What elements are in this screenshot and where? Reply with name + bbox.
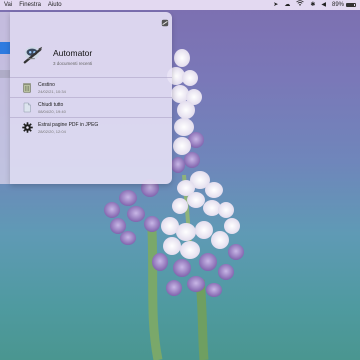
status-area: ➤ ☁ ✱ ◀ 89% bbox=[267, 0, 356, 10]
document-date: 08/04/20, 19:40 bbox=[38, 108, 66, 114]
wifi-icon[interactable] bbox=[296, 0, 305, 10]
bluetooth-icon[interactable]: ✱ bbox=[310, 0, 315, 10]
volume-icon[interactable]: ◀ bbox=[321, 0, 326, 10]
menu-items: Vai Finestra Aiuto bbox=[0, 2, 69, 8]
cloud-icon[interactable]: ☁ bbox=[284, 0, 290, 10]
sidebar-item[interactable] bbox=[0, 70, 10, 78]
trash-workflow-icon bbox=[21, 82, 33, 94]
list-item-estrai-pagine[interactable]: Estrai pagine PDF in JPEG 28/02/20, 12:0… bbox=[10, 117, 172, 137]
document-date: 24/02/21, 10:34 bbox=[38, 88, 66, 94]
document-name: Estrai pagine PDF in JPEG bbox=[38, 121, 99, 128]
background-window-sidebar bbox=[0, 12, 10, 184]
app-name: Automator bbox=[53, 48, 93, 58]
app-header[interactable]: Automator 3 documenti recenti bbox=[22, 44, 92, 66]
menu-aiuto[interactable]: Aiuto bbox=[48, 2, 62, 8]
document-name: Cestino bbox=[38, 81, 55, 88]
app-subtitle: 3 documenti recenti bbox=[53, 61, 93, 66]
gear-icon bbox=[21, 122, 33, 134]
menu-finestra[interactable]: Finestra bbox=[19, 2, 41, 8]
recent-documents-popover: Automator 3 documenti recenti Cestino 24… bbox=[10, 12, 172, 184]
document-date: 28/02/20, 12:04 bbox=[38, 128, 66, 134]
location-arrow-icon[interactable]: ➤ bbox=[273, 0, 278, 10]
battery-icon[interactable] bbox=[346, 3, 356, 7]
sidebar-selected-item[interactable] bbox=[0, 42, 10, 54]
recent-documents-list: Cestino 24/02/21, 10:34 Chiudi tutto 08/… bbox=[10, 77, 172, 137]
menu-vai[interactable]: Vai bbox=[4, 2, 12, 8]
menu-bar: Vai Finestra Aiuto ➤ ☁ ✱ ◀ 89% bbox=[0, 0, 360, 10]
list-item-cestino[interactable]: Cestino 24/02/21, 10:34 bbox=[10, 77, 172, 97]
automator-small-icon[interactable] bbox=[161, 19, 169, 27]
list-item-chiudi-tutto[interactable]: Chiudi tutto 08/04/20, 19:40 bbox=[10, 97, 172, 117]
document-name: Chiudi tutto bbox=[38, 101, 64, 108]
blank-document-icon bbox=[21, 102, 33, 114]
battery-percent[interactable]: 89% bbox=[332, 2, 344, 8]
automator-robot-icon bbox=[23, 46, 43, 64]
